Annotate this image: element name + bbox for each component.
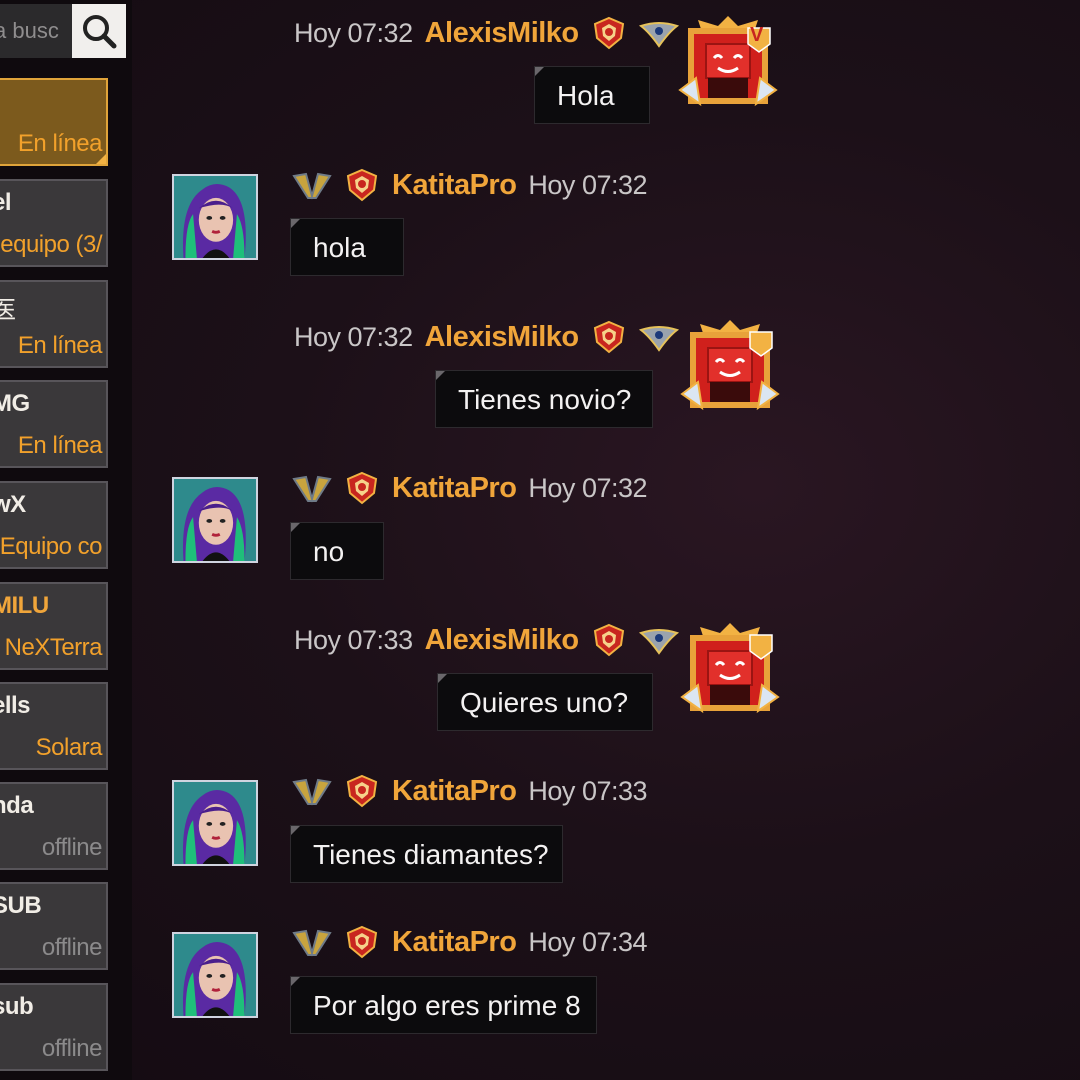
message-username[interactable]: AlexisMilko [425,321,580,354]
friend-status: En línea [17,130,103,157]
friend-name: MILU [0,592,49,619]
message-header: KatitaPro Hoy 07:33 [292,774,648,808]
message-time: Hoy 07:32 [528,472,648,503]
search-icon [83,15,117,49]
corner-mark-icon [96,154,106,164]
message-time: Hoy 07:34 [528,926,648,957]
elite-badge-icon [292,776,332,806]
girl-avatar-icon[interactable] [172,932,258,1018]
message-bubble: Hola [534,66,650,124]
vip-avatar-icon[interactable] [680,318,780,414]
message-time: Hoy 07:32 [294,321,413,352]
friend-item[interactable]: el equipo (3/ [0,179,108,267]
friends-sidebar: a busc En línea el equipo (3/ 医 En línea… [0,0,132,1080]
message-username[interactable]: AlexisMilko [425,624,580,657]
friend-status: Solara [35,734,103,761]
wing-badge-icon [639,18,679,48]
message-bubble: hola [290,218,404,276]
friend-name: nda [0,792,34,819]
rank-badge-icon [344,774,380,808]
elite-badge-icon [292,170,332,200]
vip-badge-letter: V [750,24,764,46]
girl-avatar-icon[interactable] [172,780,258,866]
message-bubble: Por algo eres prime 8 [290,976,597,1034]
message-header: KatitaPro Hoy 07:32 [292,471,648,505]
rank-badge-icon [591,16,627,50]
elite-badge-icon [292,927,332,957]
message-header: Hoy 07:32 AlexisMilko [294,16,679,50]
girl-avatar-icon[interactable] [172,477,258,563]
friend-item[interactable]: En línea [0,78,108,166]
message-header: KatitaPro Hoy 07:32 [292,168,648,202]
friend-status: En línea [17,332,103,359]
friend-name: sub [0,993,34,1020]
friend-item[interactable]: MG En línea [0,380,108,468]
message-time: Hoy 07:33 [294,624,413,655]
friend-item[interactable]: ells Solara [0,682,108,770]
friend-status: offline [41,934,103,961]
message-header: KatitaPro Hoy 07:34 [292,925,648,959]
message-bubble: Tienes diamantes? [290,825,563,883]
message-bubble: Quieres uno? [437,673,653,731]
message-username[interactable]: KatitaPro [392,775,517,808]
message-time: Hoy 07:32 [528,169,648,200]
friend-item[interactable]: 医 En línea [0,280,108,368]
wing-badge-icon [639,625,679,655]
friend-status: offline [41,834,103,861]
friend-name: MG [0,390,30,417]
message-username[interactable]: KatitaPro [392,169,517,202]
message-header: Hoy 07:32 AlexisMilko [294,320,679,354]
friend-status: Equipo co [0,533,103,560]
friend-status: NeXTerra [4,634,103,661]
friend-name: ells [0,692,31,719]
message-header: Hoy 07:33 AlexisMilko [294,623,679,657]
rank-badge-icon [344,471,380,505]
rank-badge-icon [344,168,380,202]
friend-item[interactable]: wX Equipo co [0,481,108,569]
friend-item[interactable]: sub offline [0,983,108,1071]
message-username[interactable]: KatitaPro [392,926,517,959]
search-input[interactable]: a busc [0,4,72,58]
message-time: Hoy 07:32 [294,17,413,48]
friend-name: wX [0,491,26,518]
search-button[interactable] [72,4,126,58]
message-bubble: no [290,522,384,580]
friend-item[interactable]: MILU NeXTerra [0,582,108,670]
wing-badge-icon [639,322,679,352]
message-time: Hoy 07:33 [528,775,648,806]
girl-avatar-icon[interactable] [172,174,258,260]
rank-badge-icon [344,925,380,959]
rank-badge-icon [591,320,627,354]
friend-status: En línea [17,432,103,459]
message-bubble: Tienes novio? [435,370,653,428]
vip-avatar-icon[interactable] [680,621,780,717]
friend-name: 医 [0,290,16,325]
rank-badge-icon [591,623,627,657]
friend-status: equipo (3/ [0,231,102,258]
friend-item[interactable]: nda offline [0,782,108,870]
friend-name: SUB [0,892,42,919]
friend-item[interactable]: SUB offline [0,882,108,970]
message-username[interactable]: AlexisMilko [425,17,580,50]
friend-status: offline [41,1035,103,1062]
friend-name: el [0,189,12,216]
elite-badge-icon [292,473,332,503]
message-username[interactable]: KatitaPro [392,472,517,505]
